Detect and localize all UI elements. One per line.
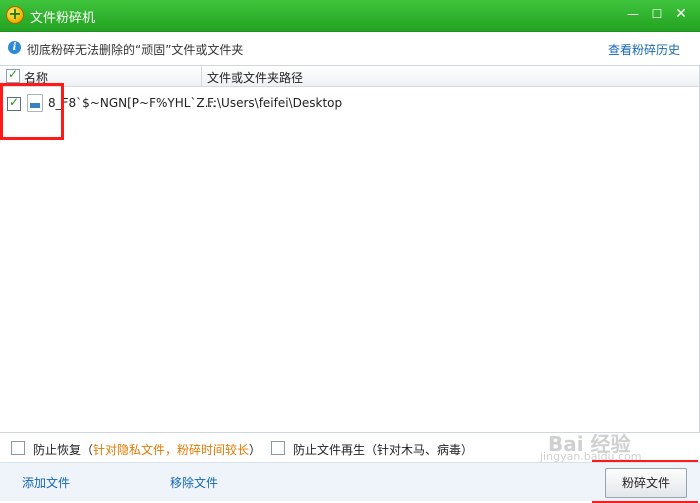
prevent-recovery-checkbox[interactable] bbox=[11, 441, 25, 455]
select-all-checkbox[interactable] bbox=[6, 67, 20, 83]
shred-files-button[interactable]: 粉碎文件 bbox=[605, 468, 687, 498]
app-icon bbox=[6, 4, 24, 24]
table-row[interactable]: 8_F8`$~NGN[P~F%YHL`Z... F:\Users\feifei\… bbox=[0, 90, 699, 114]
minimize-button[interactable]: — bbox=[622, 4, 644, 24]
prevent-recovery-note: 针对隐私文件，粉碎时间较长 bbox=[93, 443, 250, 457]
list-header: 名称 文件或文件夹路径 bbox=[0, 66, 699, 87]
view-history-link[interactable]: 查看粉碎历史 bbox=[608, 41, 680, 58]
file-name: 8_F8`$~NGN[P~F%YHL`Z... bbox=[48, 96, 217, 110]
prevent-regen-label[interactable]: 防止文件再生（针对木马、病毒） bbox=[293, 441, 473, 458]
highlight-box bbox=[0, 83, 64, 140]
watermark-url: jingyan.baidu.com bbox=[540, 450, 642, 463]
prevent-recovery-text: 防止恢复（ bbox=[33, 443, 94, 457]
file-path: F:\Users\feifei\Desktop bbox=[207, 96, 343, 110]
prevent-recovery-close: ） bbox=[249, 443, 262, 457]
prevent-regen-checkbox[interactable] bbox=[271, 441, 285, 455]
file-list: 名称 文件或文件夹路径 8_F8`$~NGN[P~F%YHL`Z... F:\U… bbox=[0, 65, 700, 433]
title-bar: 文件粉碎机 — ☐ ✕ bbox=[0, 0, 700, 32]
add-file-link[interactable]: 添加文件 bbox=[22, 474, 70, 491]
close-button[interactable]: ✕ bbox=[670, 4, 692, 24]
footer-bar: 添加文件 移除文件 粉碎文件 bbox=[0, 462, 700, 501]
info-icon: i bbox=[8, 41, 21, 54]
column-separator[interactable] bbox=[201, 66, 202, 86]
maximize-button[interactable]: ☐ bbox=[646, 4, 668, 24]
prevent-recovery-label[interactable]: 防止恢复（针对隐私文件，粉碎时间较长） bbox=[33, 441, 261, 458]
info-text: 彻底粉碎无法删除的“顽固”文件或文件夹 bbox=[27, 43, 244, 57]
column-header-path[interactable]: 文件或文件夹路径 bbox=[207, 69, 303, 86]
window-title: 文件粉碎机 bbox=[30, 11, 96, 26]
info-bar: i 彻底粉碎无法删除的“顽固”文件或文件夹 查看粉碎历史 bbox=[0, 32, 700, 64]
remove-file-link[interactable]: 移除文件 bbox=[170, 474, 218, 491]
